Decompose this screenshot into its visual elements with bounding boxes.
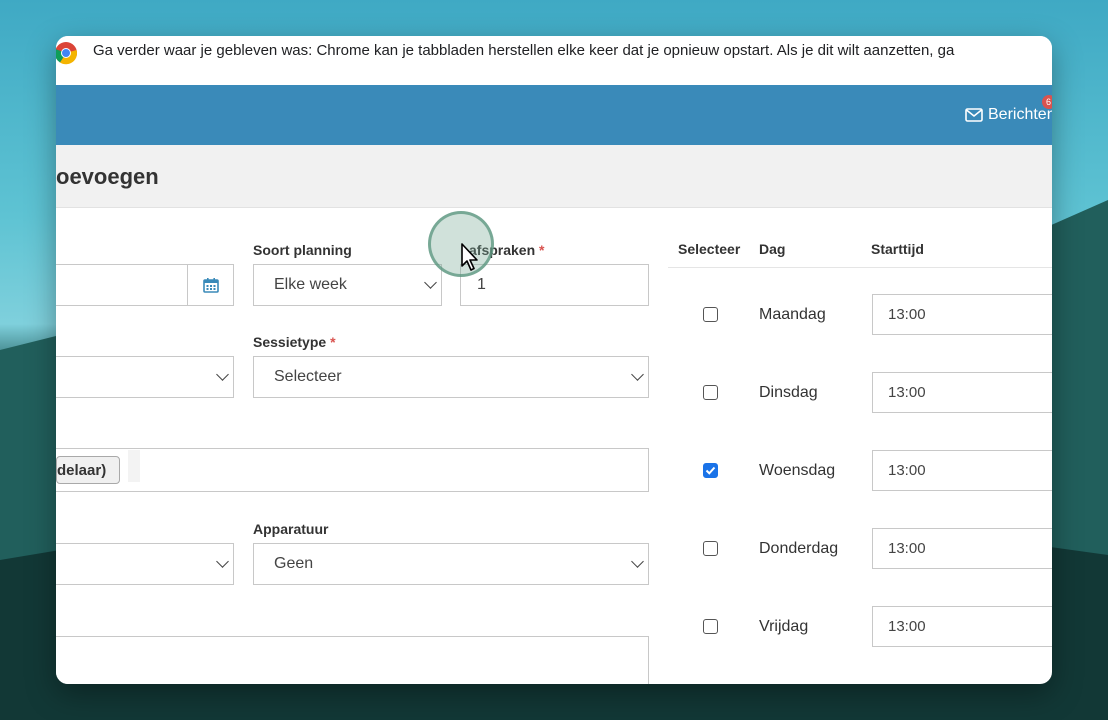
- session-type-value: Selecteer: [274, 368, 342, 385]
- chevron-down-icon: [216, 555, 229, 568]
- calendar-icon: [203, 278, 219, 293]
- tag-field-divider: [128, 450, 140, 482]
- left-select[interactable]: [56, 356, 234, 398]
- equipment-select[interactable]: Geen: [253, 543, 649, 585]
- start-time-value: 13:00: [888, 384, 926, 401]
- day-label: Woensdag: [759, 462, 836, 479]
- notes-textarea[interactable]: [56, 636, 649, 684]
- schedule-type-select[interactable]: Elke week: [253, 264, 442, 306]
- start-time-input[interactable]: 13:00: [872, 606, 1052, 647]
- equipment-label: Apparatuur: [253, 521, 329, 537]
- envelope-icon: [965, 108, 983, 122]
- chrome-icon: [56, 42, 78, 65]
- start-time-column-header: Starttijd: [871, 241, 924, 257]
- messages-label: Berichten: [988, 106, 1052, 123]
- day-checkbox[interactable]: [703, 307, 718, 322]
- messages-link[interactable]: Berichten: [965, 106, 1052, 124]
- start-time-value: 13:00: [888, 540, 926, 557]
- restore-tabs-infobar: Ga verder waar je gebleven was: Chrome k…: [56, 36, 1052, 86]
- mouse-pointer-icon: [461, 243, 478, 271]
- page-header: oevoegen: [56, 145, 1052, 208]
- browser-window: Ga verder waar je gebleven was: Chrome k…: [56, 36, 1052, 684]
- session-type-label-text: Sessietype: [253, 334, 327, 350]
- checkmark-icon: [705, 466, 716, 475]
- start-time-value: 13:00: [888, 462, 926, 479]
- app-topbar: [56, 85, 1052, 145]
- start-time-value: 13:00: [888, 618, 926, 635]
- start-time-input[interactable]: 13:00: [872, 372, 1052, 413]
- tag-field[interactable]: [56, 448, 649, 492]
- appointments-input[interactable]: 1: [460, 264, 649, 306]
- day-checkbox[interactable]: [703, 619, 718, 634]
- appointments-value: 1: [477, 276, 486, 293]
- table-header-divider: [668, 267, 1052, 268]
- required-marker: *: [330, 334, 336, 350]
- page-title: oevoegen: [56, 164, 159, 189]
- tag-chip-label: delaar): [57, 462, 107, 479]
- day-checkbox[interactable]: [703, 385, 718, 400]
- start-time-input[interactable]: 13:00: [872, 450, 1052, 491]
- equipment-value: Geen: [274, 555, 314, 572]
- schedule-type-value: Elke week: [274, 276, 347, 293]
- session-type-label: Sessietype *: [253, 334, 336, 350]
- infobar-text: Ga verder waar je gebleven was: Chrome k…: [93, 42, 955, 59]
- chevron-down-icon: [631, 368, 644, 381]
- day-label: Donderdag: [759, 540, 839, 557]
- day-checkbox[interactable]: [703, 541, 718, 556]
- chevron-down-icon: [424, 276, 437, 289]
- chevron-down-icon: [631, 555, 644, 568]
- start-time-input[interactable]: 13:00: [872, 294, 1052, 335]
- schedule-type-label: Soort planning: [253, 242, 352, 258]
- select-column-header: Selecteer: [678, 241, 741, 257]
- day-checkbox-checked[interactable]: [703, 463, 718, 478]
- messages-badge: 6: [1042, 95, 1052, 109]
- start-time-input[interactable]: 13:00: [872, 528, 1052, 569]
- day-label: Dinsdag: [759, 384, 818, 401]
- day-column-header: Dag: [759, 241, 786, 257]
- left-select-2[interactable]: [56, 543, 234, 585]
- day-label: Maandag: [759, 306, 826, 323]
- day-label: Vrijdag: [759, 618, 809, 635]
- required-marker: *: [539, 242, 545, 258]
- tag-chip[interactable]: delaar): [56, 456, 120, 484]
- start-time-value: 13:00: [888, 306, 926, 323]
- session-type-select[interactable]: Selecteer: [253, 356, 649, 398]
- date-picker-button[interactable]: [187, 264, 234, 306]
- chevron-down-icon: [216, 368, 229, 381]
